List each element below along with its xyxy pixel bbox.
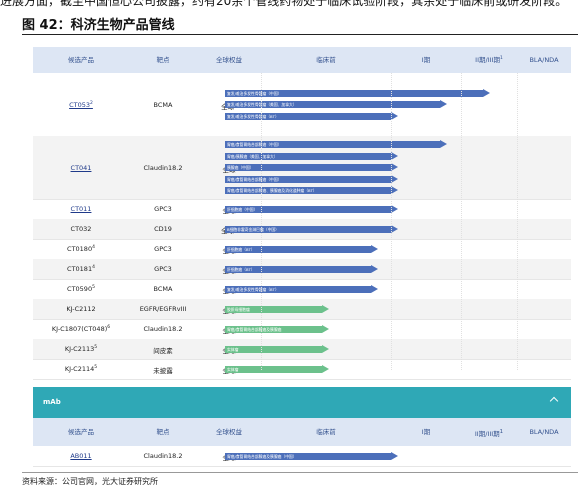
progress-bar: 胃癌/食管胃结合部腺癌及胰腺癌 [225, 324, 329, 333]
indication-label: 复发/难治多发性骨髓瘤（中国） [227, 90, 282, 96]
table-row: KJ-C21145未披露全球实体瘤 [33, 359, 571, 380]
mab-section-label: mAb [43, 398, 61, 406]
col-candidate: 候选产品 [68, 428, 94, 436]
indication-label: 实体瘤 [227, 346, 239, 352]
table-row: CT01804GPC3全球肝细胞癌（BT） [33, 239, 571, 260]
title-divider [22, 34, 578, 35]
target-cell: Claudin18.2 [143, 325, 183, 333]
target-cell: 未披露 [153, 367, 173, 375]
col-bla: BLA/NDA [529, 56, 559, 64]
indication-label: 肝细胞癌（中国） [227, 206, 258, 212]
table-row: CT032CD19全球3B细胞非霍奇金淋巴瘤（中国） [33, 219, 571, 240]
column-gridline [461, 73, 462, 370]
candidate-cell: KJ-C1807(CT048)6 [51, 324, 111, 333]
chevron-up-icon[interactable] [550, 395, 557, 402]
candidate-cell: CT01814 [67, 264, 95, 273]
col-phase1: I期 [421, 56, 431, 64]
candidate-cell: KJ-C21145 [64, 364, 98, 373]
column-gridline [391, 73, 392, 370]
progress-bar: 复发/难治多发性骨髓瘤（中国） [225, 88, 490, 97]
indication-label: 胃癌/食管胃结合部腺癌及胰腺癌 [227, 326, 282, 332]
indication-label: 复发/难治多发性骨髓瘤（BT） [227, 113, 279, 119]
col-rights: 全球权益 [216, 56, 242, 64]
candidate-cell[interactable]: CT041 [33, 164, 129, 172]
indication-label: 胃癌/食管胃结合部腺癌及胰腺癌（中国） [227, 453, 297, 459]
indication-label: 胃癌/胰腺癌（美国、加拿大） [227, 153, 278, 159]
progress-bar: 肝细胞癌（BT） [225, 244, 378, 253]
indication-label: 胰腺癌（中国） [227, 165, 254, 170]
progress-bar: 胃癌/食管胃结合部腺癌（中国） [225, 140, 447, 148]
col-phase23: II期/III期1 [474, 429, 504, 439]
mab-section-bar[interactable]: mAb [33, 387, 571, 418]
indication-label: B细胞非霍奇金淋巴瘤（中国） [227, 226, 279, 232]
column-gridline [261, 73, 262, 370]
indication-label: 复发/难治多发性骨髓瘤（BT） [227, 286, 279, 292]
candidate-cell: KJ-C2112 [66, 305, 96, 313]
target-cell: Claudin18.2 [143, 452, 183, 460]
col-phase23: II期/III期1 [475, 55, 503, 64]
table-row: CT05905BCMA全球复发/难治多发性骨髓瘤（BT） [33, 279, 571, 300]
indication-label: 实体瘤 [227, 366, 239, 372]
col-rights: 全球权益 [216, 428, 242, 436]
source-divider [22, 472, 578, 473]
target-cell: GPC3 [154, 205, 172, 213]
source-note: 资料来源：公司官网，光大证券研究所 [22, 477, 158, 486]
progress-bar: 肝细胞癌（BT） [225, 264, 378, 273]
col-target: 靶点 [156, 428, 170, 436]
col-phase1: I期 [421, 428, 431, 436]
target-cell: Claudin18.2 [143, 163, 183, 172]
progress-bar: 复发/难治多发性骨髓瘤（BT） [225, 284, 378, 293]
table-row: CT041Claudin18.2全球胃癌/食管胃结合部腺癌（中国）胃癌/胰腺癌（… [33, 136, 571, 200]
progress-bar: 实体瘤 [225, 364, 329, 373]
table-row: CT0532BCMA全球3复发/难治多发性骨髓瘤（中国）复发/难治多发性骨髓瘤（… [33, 73, 571, 137]
progress-bar: 胰腺癌（中国） [225, 163, 398, 171]
table-row: CT011GPC3全球肝细胞癌（中国） [33, 199, 571, 220]
table-row: KJ-C1807(CT048)6Claudin18.2全球胃癌/食管胃结合部腺癌… [33, 319, 571, 340]
progress-bar: 胃癌/食管胃结合部腺癌（中国） [225, 174, 398, 183]
candidate-cell: KJ-C21135 [64, 344, 98, 353]
progress-bar: 胃癌/食管胃结合部腺癌、胰腺癌及消化道肿瘤（BT） [225, 186, 398, 194]
target-cell: GPC3 [154, 265, 172, 273]
progress-bar: 胃癌/胰腺癌（美国、加拿大） [225, 151, 398, 160]
indication-label: 肝细胞癌（BT） [227, 246, 255, 252]
col-target: 靶点 [156, 56, 170, 64]
indication-label: 胃癌/食管胃结合部腺癌（中国） [227, 142, 282, 147]
col-preclinical: 临床前 [316, 428, 336, 436]
col-preclinical: 临床前 [316, 56, 336, 64]
col-candidate: 候选产品 [68, 56, 94, 64]
column-gridline [517, 73, 518, 370]
target-cell: GPC3 [154, 245, 172, 253]
progress-bar: B细胞非霍奇金淋巴瘤（中国） [225, 224, 398, 233]
indication-label: 胶质母细胞瘤 [227, 306, 250, 312]
table-row: KJ-C2112EGFR/EGFRvIII全球胶质母细胞瘤 [33, 299, 571, 320]
table-row: CT01814GPC3全球肝细胞癌（BT） [33, 259, 571, 280]
figure-title: 图 42：科济生物产品管线 [22, 18, 175, 33]
candidate-cell: CT01804 [67, 244, 95, 253]
progress-bar: 实体瘤 [225, 344, 329, 353]
candidate-cell: CT05905 [67, 284, 95, 293]
target-cell: BCMA [153, 285, 173, 293]
table-row: KJ-C21135间皮素全球实体瘤 [33, 339, 571, 360]
progress-bar: 胶质母细胞瘤 [225, 304, 329, 313]
indication-label: 胃癌/食管胃结合部腺癌（中国） [227, 176, 282, 182]
candidate-cell[interactable]: AB011 [33, 452, 129, 460]
candidate-cell: CT032 [70, 225, 92, 233]
mab-header: 候选产品 靶点 全球权益 临床前 I期 II期/III期1 BLA/NDA [33, 418, 571, 446]
target-cell: 间皮素 [153, 347, 173, 355]
table-row: AB011Claudin18.2全球胃癌/食管胃结合部腺癌及胰腺癌（中国） [33, 446, 571, 467]
progress-bar: 复发/难治多发性骨髓瘤（美国、加拿大） [225, 100, 447, 108]
progress-bar: 肝细胞癌（中国） [225, 204, 398, 213]
candidate-cell[interactable]: CT011 [33, 205, 129, 213]
target-cell: EGFR/EGFRvIII [139, 305, 187, 313]
col-bla: BLA/NDA [529, 428, 559, 436]
indication-label: 肝细胞癌（BT） [227, 266, 255, 272]
candidate-cell[interactable]: CT0532 [33, 101, 129, 109]
progress-bar: 胃癌/食管胃结合部腺癌及胰腺癌（中国） [225, 451, 398, 460]
pipeline-header: 候选产品 靶点 全球权益 临床前 I期 II期/III期1 BLA/NDA [33, 47, 571, 73]
target-cell: CD19 [154, 225, 172, 233]
cropped-top-text: 进展方面，截至中国恒心公司披露，约有20余个管线药物处于临床试验阶段，其余处于临… [0, 0, 568, 8]
progress-bar: 复发/难治多发性骨髓瘤（BT） [225, 111, 398, 120]
target-cell: BCMA [153, 100, 173, 109]
indication-label: 胃癌/食管胃结合部腺癌、胰腺癌及消化道肿瘤（BT） [227, 188, 317, 193]
